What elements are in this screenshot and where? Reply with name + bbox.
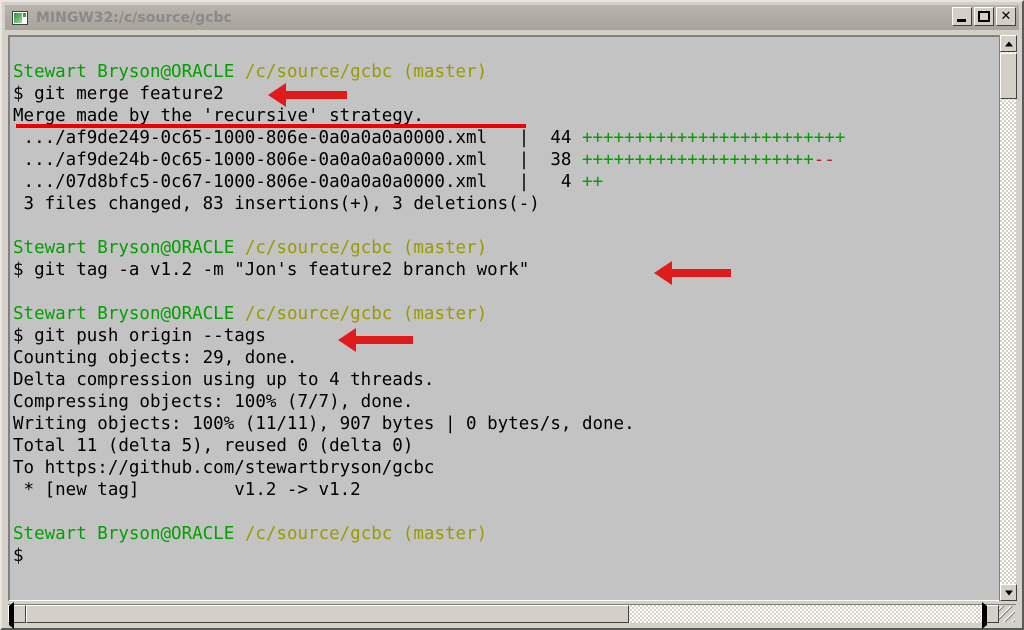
terminal-text: $ — [13, 546, 24, 566]
terminal-line: Stewart Bryson@ORACLE /c/source/gcbc (ma… — [13, 61, 1001, 83]
terminal-text: Stewart Bryson@ORACLE — [13, 62, 235, 82]
terminal-text: $ git push origin --tags — [13, 326, 266, 346]
horizontal-scroll-thumb[interactable] — [26, 605, 629, 623]
terminal-text: 3 files changed, 83 insertions(+), 3 del… — [13, 194, 540, 214]
terminal-text: $ git tag -a v1.2 -m "Jon's feature2 bra… — [13, 260, 530, 280]
terminal-text: | 38 — [487, 150, 582, 170]
terminal-line: .../af9de24b-0c65-1000-806e-0a0a0a0a0000… — [13, 149, 1001, 171]
annotation-arrow — [654, 261, 731, 285]
terminal-frame: Stewart Bryson@ORACLE /c/source/gcbc (ma… — [8, 35, 1002, 601]
scroll-right-button[interactable] — [981, 602, 999, 629]
terminal-text: Delta compression using up to 4 threads. — [13, 370, 435, 390]
resize-grip[interactable] — [999, 606, 1015, 622]
terminal-line: Stewart Bryson@ORACLE /c/source/gcbc (ma… — [13, 303, 1001, 325]
terminal-text: | 44 — [487, 128, 582, 148]
annotation-arrow — [338, 328, 413, 352]
terminal-text: ++ — [581, 172, 604, 192]
terminal-text: .../af9de249-0c65-1000-806e-0a0a0a0a0000… — [13, 128, 488, 148]
terminal-line: .../07d8bfc5-0c67-1000-806e-0a0a0a0a0000… — [13, 171, 1001, 193]
terminal-line: Stewart Bryson@ORACLE /c/source/gcbc (ma… — [13, 237, 1001, 259]
terminal-line: Compressing objects: 100% (7/7), done. — [13, 391, 1001, 413]
annotation-underline — [16, 124, 526, 128]
terminal-text: Compressing objects: 100% (7/7), done. — [13, 392, 414, 412]
terminal-text: * [new tag] v1.2 -> v1.2 — [13, 480, 361, 500]
terminal-text: /c/source/gcbc (master) — [244, 238, 488, 258]
terminal-text: $ git merge feature2 — [13, 84, 224, 104]
terminal-text: ++++++++++++++++++++++ — [581, 150, 814, 170]
window-title: MINGW32:/c/source/gcbc — [36, 9, 232, 26]
scroll-down-button[interactable] — [1000, 584, 1017, 601]
maximize-button[interactable] — [974, 7, 994, 26]
terminal-line: 3 files changed, 83 insertions(+), 3 del… — [13, 193, 1001, 215]
terminal-text: Stewart Bryson@ORACLE — [13, 524, 235, 544]
triangle-up-icon — [1004, 41, 1013, 46]
terminal-text: Merge made by the 'recursive' strategy. — [13, 106, 424, 126]
terminal-text: -- — [813, 150, 835, 170]
triangle-left-icon — [9, 602, 14, 629]
terminal-text: Stewart Bryson@ORACLE — [13, 304, 235, 324]
close-button[interactable]: ✕ — [996, 7, 1016, 26]
vertical-scroll-thumb[interactable] — [1000, 53, 1017, 99]
terminal-text: Counting objects: 29, done. — [13, 348, 298, 368]
terminal-icon — [12, 10, 28, 25]
terminal-text: Writing objects: 100% (11/11), 907 bytes… — [13, 414, 635, 434]
terminal-line: * [new tag] v1.2 -> v1.2 — [13, 479, 1001, 501]
terminal-line: $ git merge feature2 — [13, 83, 1001, 105]
terminal-text: +++++++++++++++++++++++++ — [581, 128, 846, 148]
triangle-down-icon — [1004, 590, 1013, 595]
terminal-line: $ — [13, 545, 1001, 567]
terminal-line: $ git tag -a v1.2 -m "Jon's feature2 bra… — [13, 259, 1001, 281]
terminal-text: /c/source/gcbc (master) — [244, 524, 488, 544]
terminal-line: Delta compression using up to 4 threads. — [13, 369, 1001, 391]
terminal-text: .../af9de24b-0c65-1000-806e-0a0a0a0a0000… — [13, 150, 488, 170]
terminal-line: Counting objects: 29, done. — [13, 347, 1001, 369]
terminal-text: .../07d8bfc5-0c67-1000-806e-0a0a0a0a0000… — [13, 172, 488, 192]
terminal-window: MINGW32:/c/source/gcbc ✕ Stewart Bryson@… — [0, 0, 1024, 630]
terminal-line: Writing objects: 100% (11/11), 907 bytes… — [13, 413, 1001, 435]
annotation-arrow — [268, 83, 347, 107]
vertical-scroll-track[interactable] — [1000, 52, 1016, 584]
scroll-left-button[interactable] — [8, 602, 26, 629]
terminal-text: Total 11 (delta 5), reused 0 (delta 0) — [13, 436, 414, 456]
terminal-line: Total 11 (delta 5), reused 0 (delta 0) — [13, 435, 1001, 457]
terminal-text: Stewart Bryson@ORACLE — [13, 238, 235, 258]
terminal-text: | 4 — [487, 172, 582, 192]
terminal-text: To https://github.com/stewartbryson/gcbc — [13, 458, 435, 478]
minimize-button[interactable] — [952, 7, 972, 26]
vertical-scrollbar[interactable] — [999, 35, 1017, 601]
window-controls: ✕ — [952, 7, 1016, 26]
title-bar[interactable]: MINGW32:/c/source/gcbc ✕ — [5, 5, 1019, 30]
terminal-text: /c/source/gcbc (master) — [244, 62, 488, 82]
horizontal-scrollbar[interactable] — [8, 602, 1016, 629]
terminal-text: /c/source/gcbc (master) — [244, 304, 488, 324]
terminal-line: .../af9de249-0c65-1000-806e-0a0a0a0a0000… — [13, 127, 1001, 149]
triangle-right-icon — [982, 602, 987, 629]
scroll-up-button[interactable] — [1000, 35, 1017, 52]
terminal-line: To https://github.com/stewartbryson/gcbc — [13, 457, 1001, 479]
terminal-line: $ git push origin --tags — [13, 325, 1001, 347]
terminal-line: Stewart Bryson@ORACLE /c/source/gcbc (ma… — [13, 523, 1001, 545]
